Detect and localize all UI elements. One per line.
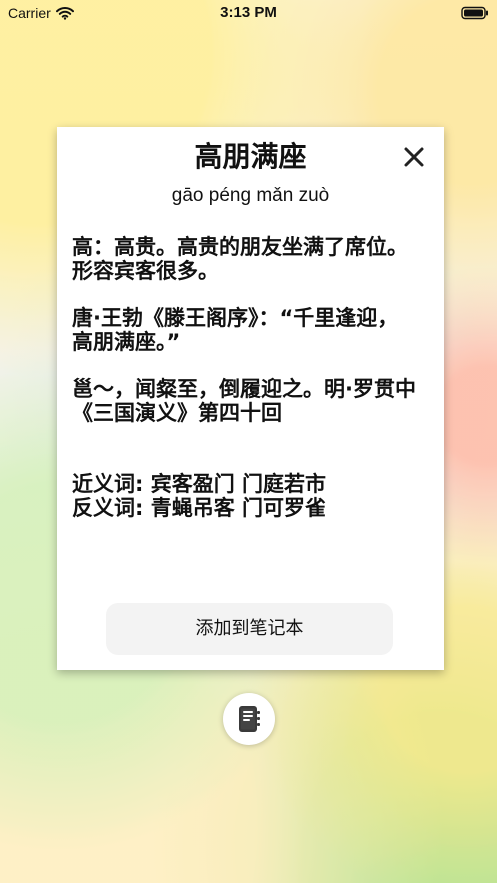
- idiom-synonyms: 近义词: 宾客盈门 门庭若市: [72, 472, 327, 496]
- notebook-icon: [239, 706, 260, 732]
- idiom-title: 高朋满座: [194, 140, 307, 173]
- idiom-antonyms: 反义词: 青蝇吊客 门可罗雀: [72, 496, 327, 520]
- status-time: 3:13 PM: [220, 4, 277, 21]
- idiom-definition: 高：高贵。高贵的朋友坐满了席位。形容宾客很多。: [72, 235, 408, 283]
- status-bar: Carrier 3:13 PM: [0, 0, 497, 28]
- battery-icon: [461, 6, 488, 20]
- idiom-detail-card: 高朋满座 gāo péng mǎn zuò 高：高贵。高贵的朋友坐满了席位。形容…: [57, 127, 444, 670]
- close-icon: [404, 147, 424, 167]
- idiom-pinyin: gāo péng mǎn zuò: [171, 185, 330, 206]
- idiom-source: 唐·王勃《滕王阁序》：“千里逢迎，高朋满座。”: [72, 306, 399, 354]
- close-button[interactable]: [402, 145, 426, 169]
- add-to-notebook-button[interactable]: 添加到笔记本: [106, 603, 393, 655]
- notebook-button[interactable]: [223, 693, 275, 745]
- idiom-content: 高：高贵。高贵的朋友坐满了席位。形容宾客很多。 唐·王勃《滕王阁序》：“千里逢迎…: [72, 235, 417, 520]
- idiom-example: 邕～，闻粲至，倒履迎之。明·罗贯中《三国演义》第四十回: [72, 377, 416, 425]
